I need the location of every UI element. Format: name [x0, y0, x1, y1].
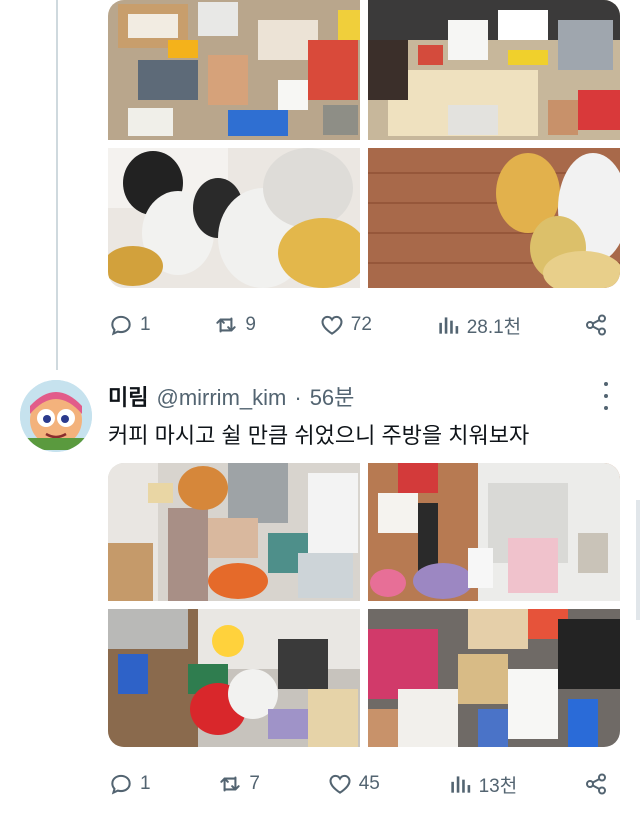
- tweet-photo[interactable]: [368, 0, 620, 140]
- like-count: 72: [350, 314, 372, 335]
- more-icon[interactable]: [602, 382, 610, 410]
- like-button[interactable]: 45: [327, 771, 380, 797]
- tweet-photo[interactable]: [108, 148, 360, 288]
- media-grid[interactable]: [108, 0, 620, 288]
- views-button[interactable]: 28.1천: [435, 312, 521, 339]
- user-handle[interactable]: @mirrim_kim: [156, 385, 286, 411]
- retweet-button[interactable]: 9: [213, 312, 256, 338]
- like-button[interactable]: 72: [319, 312, 372, 338]
- views-button[interactable]: 13천: [447, 771, 518, 798]
- tweet[interactable]: 미림 @mirrim_kim · 56분 커피 마시고 쉴 만큼 쉬었으니 주방…: [0, 362, 640, 818]
- tweet-photo[interactable]: [368, 463, 620, 601]
- reply-icon: [111, 774, 131, 795]
- like-icon: [321, 315, 343, 335]
- like-count: 45: [358, 773, 380, 794]
- retweet-icon: [220, 776, 241, 792]
- reply-count: 1: [140, 773, 151, 794]
- views-icon: [450, 776, 470, 793]
- share-icon: [585, 773, 606, 795]
- previous-tweet[interactable]: 1 9 72 28.1천: [0, 0, 640, 362]
- separator: ·: [294, 385, 302, 410]
- display-name[interactable]: 미림: [108, 380, 148, 412]
- tweet-header: 미림 @mirrim_kim · 56분: [108, 380, 354, 410]
- media-grid[interactable]: [108, 463, 620, 747]
- retweet-count: 9: [245, 314, 256, 335]
- views-icon: [439, 317, 458, 334]
- tweet-actions: 1 7 45 13천: [108, 767, 608, 801]
- views-count: 13천: [478, 775, 518, 797]
- timestamp[interactable]: 56분: [310, 380, 355, 412]
- share-icon: [585, 314, 606, 336]
- reply-button[interactable]: 1: [108, 771, 151, 797]
- retweet-button[interactable]: 7: [217, 771, 260, 797]
- share-button[interactable]: [584, 313, 608, 337]
- tweet-photo[interactable]: [368, 148, 620, 288]
- share-button[interactable]: [584, 772, 608, 796]
- tweet-text: 커피 마시고 쉴 만큼 쉬었으니 주방을 치워보자: [108, 423, 530, 448]
- like-icon: [329, 774, 351, 794]
- tweet-photo[interactable]: [108, 609, 360, 747]
- retweet-count: 7: [249, 773, 260, 794]
- tweet-actions: 1 9 72 28.1천: [108, 308, 608, 342]
- tweet-photo[interactable]: [108, 463, 360, 601]
- reply-count: 1: [140, 314, 151, 335]
- reply-icon: [111, 315, 131, 336]
- retweet-icon: [216, 317, 237, 333]
- views-count: 28.1천: [466, 316, 522, 338]
- scrollbar[interactable]: [636, 500, 640, 620]
- tweet-photo[interactable]: [368, 609, 620, 747]
- tweet-photo[interactable]: [108, 0, 360, 140]
- reply-button[interactable]: 1: [108, 312, 151, 338]
- avatar[interactable]: [20, 380, 92, 452]
